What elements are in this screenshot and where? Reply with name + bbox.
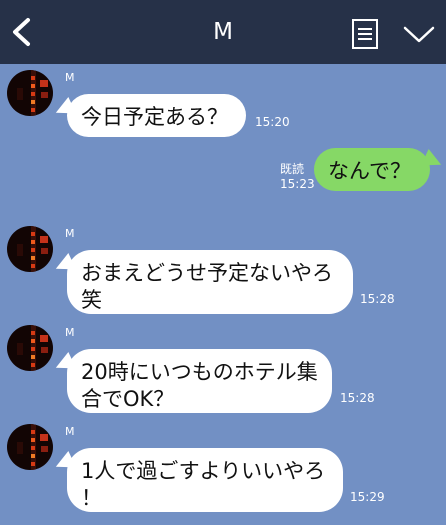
incoming-message-bubble[interactable]: おまえどうせ予定ないやろ 笑 — [67, 250, 353, 314]
avatar-image — [7, 325, 53, 371]
message-line: なんで？ — [328, 159, 411, 183]
incoming-message-bubble[interactable]: 20時にいつものホテル集 合でOK？ — [67, 349, 332, 413]
avatar[interactable] — [7, 226, 53, 272]
read-receipt: 既読 — [280, 162, 305, 176]
outgoing-message-bubble[interactable]: なんで？ — [314, 148, 430, 191]
avatar[interactable] — [7, 424, 53, 470]
sender-name: M — [65, 71, 75, 84]
avatar-image — [7, 70, 53, 116]
message-time: 15:23 — [280, 177, 315, 191]
incoming-message-bubble[interactable]: 1人で過ごすよりいいやろ ！ — [67, 448, 343, 512]
message-time: 15:28 — [360, 292, 395, 306]
menu-toggle-button[interactable] — [402, 20, 436, 48]
note-button[interactable] — [350, 17, 380, 51]
avatar-image — [7, 424, 53, 470]
sender-name: M — [65, 227, 75, 240]
message-line: ！ — [81, 486, 102, 510]
sender-name: M — [65, 425, 75, 438]
message-line: おまえどうせ予定ないやろ — [81, 261, 333, 285]
note-list-icon — [352, 19, 378, 49]
chat-header: M — [0, 0, 446, 64]
message-line: 1人で過ごすよりいいやろ — [81, 459, 326, 483]
chevron-down-icon — [403, 26, 435, 43]
avatar[interactable] — [7, 70, 53, 116]
message-time: 15:29 — [350, 490, 385, 504]
message-line: 合でOK？ — [81, 387, 175, 411]
avatar[interactable] — [7, 325, 53, 371]
message-time: 15:28 — [340, 391, 375, 405]
message-line: 20時にいつものホテル集 — [81, 360, 318, 384]
sender-name: M — [65, 326, 75, 339]
message-line: 今日予定ある？ — [81, 105, 228, 129]
avatar-image — [7, 226, 53, 272]
incoming-message-bubble[interactable]: 今日予定ある？ — [67, 94, 246, 137]
message-time: 15:20 — [255, 115, 290, 129]
message-line: 笑 — [81, 288, 102, 312]
